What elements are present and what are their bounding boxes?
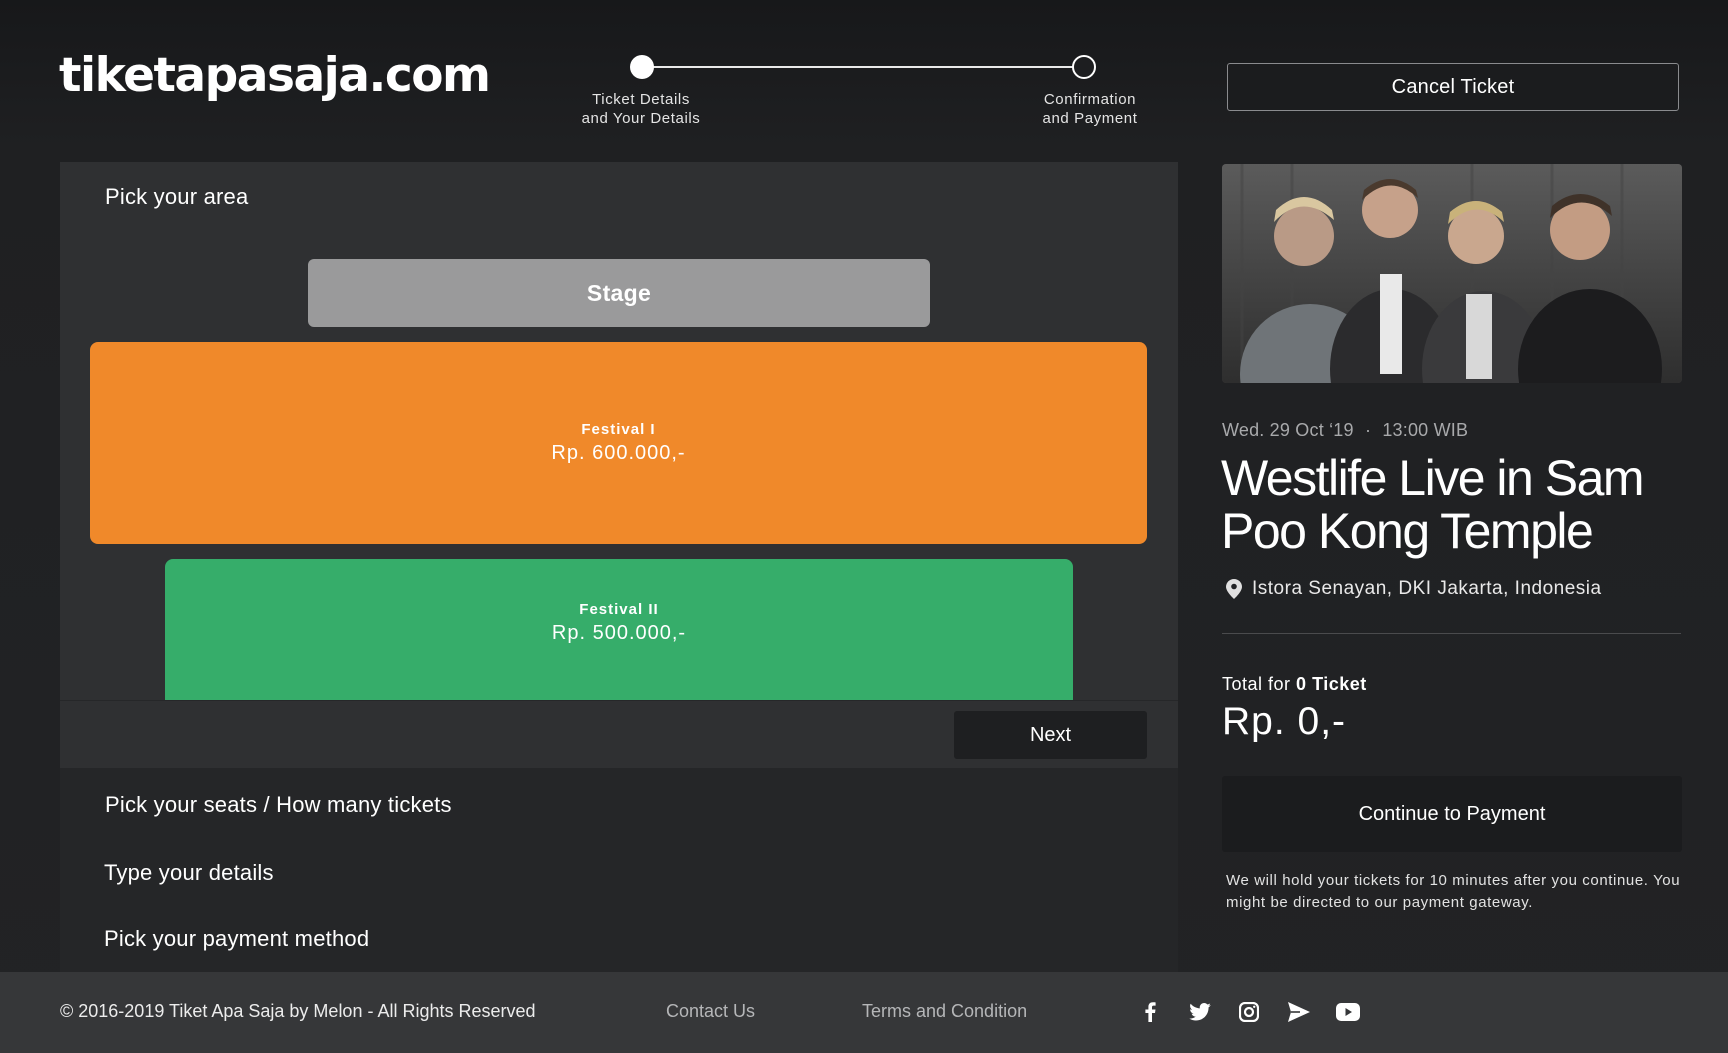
step-details-title[interactable]: Type your details bbox=[104, 860, 274, 886]
youtube-icon[interactable] bbox=[1334, 998, 1362, 1026]
total-prefix: Total for bbox=[1222, 674, 1291, 694]
step-1-label-line2: and Your Details bbox=[581, 110, 701, 127]
step-2-indicator bbox=[1072, 55, 1096, 79]
progress-stepper-line bbox=[642, 66, 1084, 68]
event-title: Westlife Live in Sam Poo Kong Temple bbox=[1221, 450, 1645, 559]
event-photo bbox=[1222, 164, 1682, 383]
zone-festival-1[interactable]: Festival I Rp. 600.000,- bbox=[90, 342, 1147, 544]
total-label: Total for 0 Ticket bbox=[1222, 674, 1367, 695]
event-location-text: Istora Senayan, DKI Jakarta, Indonesia bbox=[1252, 578, 1602, 599]
band-photo-icon bbox=[1222, 164, 1682, 383]
zone-festival-2[interactable]: Festival II Rp. 500.000,- bbox=[165, 559, 1073, 700]
step-1-indicator bbox=[630, 55, 654, 79]
terms-link[interactable]: Terms and Condition bbox=[862, 1001, 1027, 1022]
step-2-label-line1: Confirmation bbox=[1043, 91, 1137, 108]
zone-festival-1-name: Festival I bbox=[581, 421, 656, 438]
zone-festival-2-price: Rp. 500.000,- bbox=[551, 621, 687, 644]
cancel-ticket-button[interactable]: Cancel Ticket bbox=[1227, 63, 1679, 111]
location-pin-icon bbox=[1226, 579, 1242, 599]
zone-festival-2-text: Festival II Rp. 500.000,- bbox=[552, 601, 686, 645]
event-date: Wed. 29 Oct ‘19 bbox=[1222, 420, 1354, 440]
zone-festival-1-price: Rp. 600.000,- bbox=[551, 442, 686, 464]
facebook-icon[interactable] bbox=[1136, 998, 1164, 1026]
next-button[interactable]: Next bbox=[954, 711, 1147, 759]
summary-divider bbox=[1222, 633, 1681, 634]
step-seats-title[interactable]: Pick your seats / How many tickets bbox=[105, 792, 452, 818]
ticket-count: 0 bbox=[1296, 674, 1307, 694]
contact-us-link[interactable]: Contact Us bbox=[666, 1001, 755, 1022]
event-time: 13:00 WIB bbox=[1382, 420, 1469, 440]
event-datetime: Wed. 29 Oct ‘19 · 13:00 WIB bbox=[1222, 420, 1468, 441]
zone-festival-2-name: Festival II bbox=[579, 600, 659, 618]
pick-area-title: Pick your area bbox=[105, 184, 249, 209]
continue-to-payment-button[interactable]: Continue to Payment bbox=[1222, 776, 1682, 852]
send-icon[interactable] bbox=[1285, 998, 1313, 1026]
instagram-icon[interactable] bbox=[1235, 998, 1263, 1026]
step-1-label: Ticket Details and Your Details bbox=[541, 90, 741, 128]
copyright-text: © 2016-2019 Tiket Apa Saja by Melon - Al… bbox=[60, 1001, 536, 1021]
event-datetime-separator: · bbox=[1364, 420, 1372, 440]
step-payment-title[interactable]: Pick your payment method bbox=[104, 926, 369, 952]
seat-map: Festival I Rp. 600.000,- Festival II Rp.… bbox=[60, 330, 1178, 700]
ticket-word: Ticket bbox=[1312, 674, 1367, 694]
hold-tickets-note: We will hold your tickets for 10 minutes… bbox=[1226, 872, 1681, 911]
step-2-label: Confirmation and Payment bbox=[990, 90, 1190, 128]
stage-block: Stage bbox=[308, 259, 930, 327]
step-1-label-line1: Ticket Details bbox=[592, 91, 690, 108]
event-location: Istora Senayan, DKI Jakarta, Indonesia bbox=[1226, 578, 1602, 600]
twitter-icon[interactable] bbox=[1186, 998, 1214, 1026]
total-price: Rp. 0,- bbox=[1222, 700, 1347, 743]
site-logo[interactable]: tiketapasaja.com bbox=[59, 48, 491, 103]
step-2-label-line2: and Payment bbox=[1042, 110, 1138, 127]
